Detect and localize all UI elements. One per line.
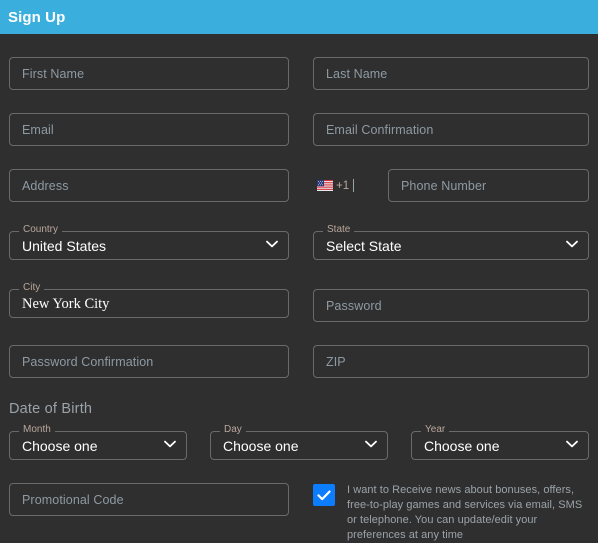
- email-confirmation-input[interactable]: Email Confirmation: [313, 113, 589, 146]
- city-value: New York City: [22, 296, 110, 312]
- last-name-placeholder: Last Name: [326, 66, 388, 81]
- window-titlebar: Sign Up: [0, 0, 598, 34]
- dob-month-value: Choose one: [22, 438, 98, 454]
- promotional-code-placeholder: Promotional Code: [22, 492, 124, 507]
- country-label: Country: [19, 224, 63, 236]
- password-input[interactable]: Password: [313, 289, 589, 322]
- dob-year-value: Choose one: [424, 438, 500, 454]
- dob-day-label: Day: [220, 424, 246, 436]
- form-row-city-password: City New York City Password: [0, 282, 598, 322]
- state-select[interactable]: State Select State: [313, 224, 589, 260]
- phone-number-input[interactable]: Phone Number: [388, 169, 589, 202]
- country-dial-selector[interactable]: +1: [313, 179, 388, 192]
- country-value: United States: [22, 238, 107, 254]
- marketing-consent-text: I want to Receive news about bonuses, of…: [347, 484, 583, 541]
- chevron-down-icon[interactable]: [566, 240, 578, 248]
- email-confirmation-placeholder: Email Confirmation: [326, 122, 434, 137]
- phone-number-placeholder: Phone Number: [401, 178, 487, 193]
- first-name-placeholder: First Name: [22, 66, 85, 81]
- dob-month-label: Month: [19, 424, 55, 436]
- page-title: Sign Up: [8, 8, 66, 26]
- state-label: State: [323, 224, 355, 236]
- last-name-input[interactable]: Last Name: [313, 57, 589, 90]
- chevron-down-icon[interactable]: [266, 240, 278, 248]
- password-confirmation-input[interactable]: Password Confirmation: [9, 345, 289, 378]
- marketing-consent-group: I want to Receive news about bonuses, of…: [313, 483, 589, 543]
- form-row-name: First Name Last Name: [0, 57, 598, 90]
- chevron-down-icon[interactable]: [566, 440, 578, 448]
- checkmark-icon: [317, 490, 331, 501]
- dial-code-label: +1: [336, 179, 350, 192]
- city-label: City: [19, 282, 45, 294]
- password-confirmation-placeholder: Password Confirmation: [22, 354, 154, 369]
- first-name-input[interactable]: First Name: [9, 57, 289, 90]
- password-placeholder: Password: [326, 298, 382, 313]
- chevron-down-icon[interactable]: [365, 440, 377, 448]
- zip-placeholder: ZIP: [326, 354, 346, 369]
- date-of-birth-heading: Date of Birth: [9, 401, 93, 417]
- city-input[interactable]: City New York City: [9, 282, 289, 318]
- phone-group: +1 Phone Number: [313, 169, 589, 202]
- form-row-country-state: Country United States State Select State: [0, 224, 598, 260]
- address-placeholder: Address: [22, 178, 69, 193]
- dob-day-value: Choose one: [223, 438, 299, 454]
- form-row-date-of-birth: Month Choose one Day Choose one Year Cho…: [0, 424, 598, 460]
- form-row-address-phone: Address +1 Phone Number: [0, 169, 598, 202]
- dob-month-select[interactable]: Month Choose one: [9, 424, 187, 460]
- text-caret: [353, 179, 355, 192]
- marketing-consent-checkbox[interactable]: [313, 484, 335, 506]
- dob-day-select[interactable]: Day Choose one: [210, 424, 388, 460]
- dob-year-select[interactable]: Year Choose one: [411, 424, 589, 460]
- us-flag-icon: [317, 180, 333, 191]
- promotional-code-input[interactable]: Promotional Code: [9, 483, 289, 516]
- form-row-passwordconfirm-zip: Password Confirmation ZIP: [0, 345, 598, 378]
- state-value: Select State: [326, 238, 402, 254]
- form-row-promo-consent: Promotional Code I want to Receive news …: [0, 483, 598, 543]
- signup-form: First Name Last Name Email Email Confirm…: [0, 34, 598, 543]
- email-placeholder: Email: [22, 122, 54, 137]
- email-input[interactable]: Email: [9, 113, 289, 146]
- zip-input[interactable]: ZIP: [313, 345, 589, 378]
- address-input[interactable]: Address: [9, 169, 289, 202]
- dob-year-label: Year: [421, 424, 450, 436]
- country-select[interactable]: Country United States: [9, 224, 289, 260]
- form-row-email: Email Email Confirmation: [0, 113, 598, 146]
- chevron-down-icon[interactable]: [164, 440, 176, 448]
